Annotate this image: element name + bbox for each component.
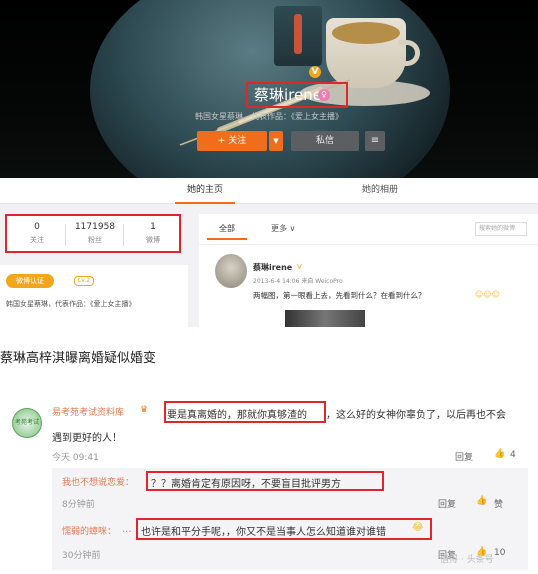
stat-fans-value: 1171958: [74, 222, 116, 232]
profile-banner: V 蔡琳irene ♀ 韩国女星蔡琳，代表作品：《爱上女主播》 + 关注 ▼ 私…: [0, 0, 538, 178]
reply-time: 30分钟前: [62, 551, 101, 561]
reply-author[interactable]: 懦弱的蟑咪：: [62, 524, 116, 537]
like-button[interactable]: 赞: [494, 497, 503, 510]
post-avatar[interactable]: [215, 254, 247, 288]
divider: [199, 244, 538, 245]
like-icon[interactable]: 👍: [476, 496, 487, 506]
tab-album[interactable]: 她的相册: [350, 178, 410, 204]
divider: [65, 224, 66, 246]
profile-info-card: 微博认证 Lv.2 韩国女星蔡琳，代表作品：《爱上女主播》: [0, 265, 188, 327]
comment-text: ，这么好的女神你辜负了，以后再也不会: [326, 410, 506, 421]
stat-fans[interactable]: 1171958 粉丝: [67, 222, 123, 245]
post-meta: 2013-6-4 14:06 来自 WeicoPro: [253, 278, 343, 285]
follow-button[interactable]: + 关注: [197, 131, 267, 151]
comment-time: 今天 09:41: [52, 453, 99, 463]
like-icon[interactable]: 👍: [494, 449, 505, 459]
emoji-icon: 😂: [412, 522, 424, 533]
verified-badge-icon: V: [297, 263, 302, 271]
crown-icon: ♛: [140, 405, 149, 415]
verified-badge-icon: V: [309, 66, 321, 78]
avatar-figure: [294, 14, 302, 54]
reply-text: ？？离婚肯定有原因呀，不要盲目批评男方: [151, 479, 341, 490]
tab-home[interactable]: 她的主页: [175, 178, 235, 204]
emoji-icon: ☺☺☺: [475, 290, 501, 299]
comments-screenshot: 考苑考试 易考苑考试资料库 ♛ 要是真离婚的，那就你真够渣的 ，这么好的女神你辜…: [0, 396, 538, 574]
reply-time: 8分钟前: [62, 500, 95, 510]
more-menu-button[interactable]: ≡: [365, 131, 385, 151]
profile-tabs: 她的主页 她的相册: [0, 178, 538, 204]
profile-description: 韩国女星蔡琳，代表作品：《爱上女主播》: [195, 112, 343, 121]
level-badge[interactable]: Lv.2: [74, 276, 94, 286]
post-author[interactable]: 蔡琳irene: [253, 262, 292, 273]
profile-name: 蔡琳irene: [246, 82, 348, 108]
profile-stats: 0 关注 1171958 粉丝 1 微博: [5, 214, 181, 253]
post-image[interactable]: [285, 310, 365, 327]
profile-info-description: 韩国女星蔡琳，代表作品：《爱上女主播》: [6, 300, 136, 308]
stat-posts[interactable]: 1 微博: [125, 222, 181, 245]
banner-coffee: [332, 22, 400, 44]
reply-text-prefix: ...: [122, 524, 132, 535]
comment-author[interactable]: 易考苑考试资料库: [52, 405, 124, 418]
feed-search-input[interactable]: 搜索她的微博: [475, 222, 527, 236]
divider: [123, 224, 124, 246]
stat-following-label: 关注: [30, 236, 44, 244]
stat-posts-label: 微博: [146, 236, 160, 244]
post-feed: 全部 更多 ∨ 搜索她的微博 蔡琳irene V 2013-6-4 14:06 …: [199, 214, 538, 327]
watermark: 值得 · 头条号: [440, 555, 494, 565]
stat-fans-label: 粉丝: [88, 236, 102, 244]
reply-author[interactable]: 我也不想说恋爱：: [62, 475, 134, 488]
article-headline: 蔡琳高梓淇曝离婚疑似婚变: [0, 351, 157, 366]
verified-tag[interactable]: 微博认证: [6, 274, 54, 288]
feed-tab-more[interactable]: 更多 ∨: [271, 220, 295, 238]
stat-following-value: 0: [34, 222, 40, 232]
reply-button[interactable]: 回复: [455, 450, 473, 463]
message-button[interactable]: 私信: [291, 131, 359, 151]
reply-text: 也许是和平分手呢，，你又不是当事人怎么知道谁对谁错: [141, 527, 386, 538]
comment-text-highlight: 要是真离婚的，那就你真够渣的: [167, 410, 307, 421]
comment-text-line2: 遇到更好的人！: [52, 433, 122, 444]
follow-dropdown-button[interactable]: ▼: [269, 131, 283, 151]
stat-posts-value: 1: [150, 222, 156, 232]
female-icon: ♀: [318, 89, 330, 101]
like-count: 10: [494, 548, 506, 558]
like-count: 4: [510, 450, 516, 460]
post-text: 两幅图，第一眼看上去，先看到什么？在看到什么？: [253, 291, 426, 300]
comment-avatar[interactable]: 考苑考试: [12, 408, 42, 438]
feed-tab-all[interactable]: 全部: [207, 220, 247, 240]
reply-button[interactable]: 回复: [438, 497, 456, 510]
weibo-profile-screenshot: V 蔡琳irene ♀ 韩国女星蔡琳，代表作品：《爱上女主播》 + 关注 ▼ 私…: [0, 0, 538, 327]
stat-following[interactable]: 0 关注: [9, 222, 65, 245]
